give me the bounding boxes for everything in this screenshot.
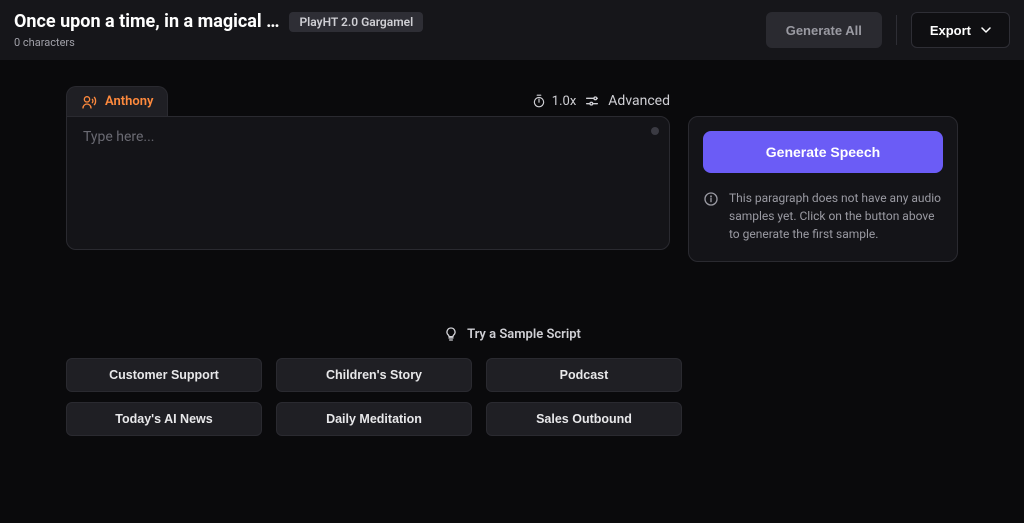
status-dot-icon (651, 127, 659, 135)
samples-section: Try a Sample Script Customer Support Chi… (66, 326, 958, 436)
character-count: 0 characters (14, 36, 766, 49)
info-text: This paragraph does not have any audio s… (729, 189, 943, 243)
generate-panel: Generate Speech This paragraph does not … (688, 116, 958, 262)
sample-sales-outbound[interactable]: Sales Outbound (486, 402, 682, 436)
sliders-icon (584, 93, 600, 109)
generate-all-button[interactable]: Generate All (766, 12, 882, 48)
chevron-down-icon (981, 25, 991, 35)
project-title: Once upon a time, in a magical … (14, 11, 279, 32)
text-input[interactable] (67, 117, 669, 249)
info-row: This paragraph does not have any audio s… (703, 189, 943, 243)
panels-row: Anthony 1.0x Advanced (66, 86, 958, 262)
advanced-toggle[interactable]: Advanced (584, 93, 670, 109)
generate-speech-button[interactable]: Generate Speech (703, 131, 943, 173)
voice-name: Anthony (105, 94, 153, 109)
sample-ai-news[interactable]: Today's AI News (66, 402, 262, 436)
voice-tab[interactable]: Anthony (66, 86, 168, 116)
editor-column: Anthony 1.0x Advanced (66, 86, 670, 250)
title-block: Once upon a time, in a magical … PlayHT … (14, 11, 766, 49)
export-label: Export (930, 23, 971, 38)
sample-podcast[interactable]: Podcast (486, 358, 682, 392)
content-inner: Anthony 1.0x Advanced (66, 86, 958, 436)
playback-speed[interactable]: 1.0x (532, 94, 577, 109)
speed-value: 1.0x (552, 94, 577, 109)
speaker-icon (81, 94, 97, 110)
title-row: Once upon a time, in a magical … PlayHT … (14, 11, 766, 32)
info-icon (703, 191, 719, 207)
sample-childrens-story[interactable]: Children's Story (276, 358, 472, 392)
advanced-label: Advanced (608, 93, 670, 109)
header-bar: Once upon a time, in a magical … PlayHT … (0, 0, 1024, 60)
samples-heading-text: Try a Sample Script (467, 327, 581, 342)
editor-tab-row: Anthony 1.0x Advanced (66, 86, 670, 116)
stopwatch-icon (532, 94, 546, 108)
header-divider (896, 15, 897, 45)
samples-heading: Try a Sample Script (66, 326, 958, 342)
sample-customer-support[interactable]: Customer Support (66, 358, 262, 392)
model-badge: PlayHT 2.0 Gargamel (289, 12, 423, 32)
editor-panel (66, 116, 670, 250)
export-button[interactable]: Export (911, 12, 1010, 48)
samples-grid: Customer Support Children's Story Podcas… (66, 358, 958, 436)
content-area: Anthony 1.0x Advanced (0, 60, 1024, 436)
lightbulb-icon (443, 326, 459, 342)
sample-daily-meditation[interactable]: Daily Meditation (276, 402, 472, 436)
